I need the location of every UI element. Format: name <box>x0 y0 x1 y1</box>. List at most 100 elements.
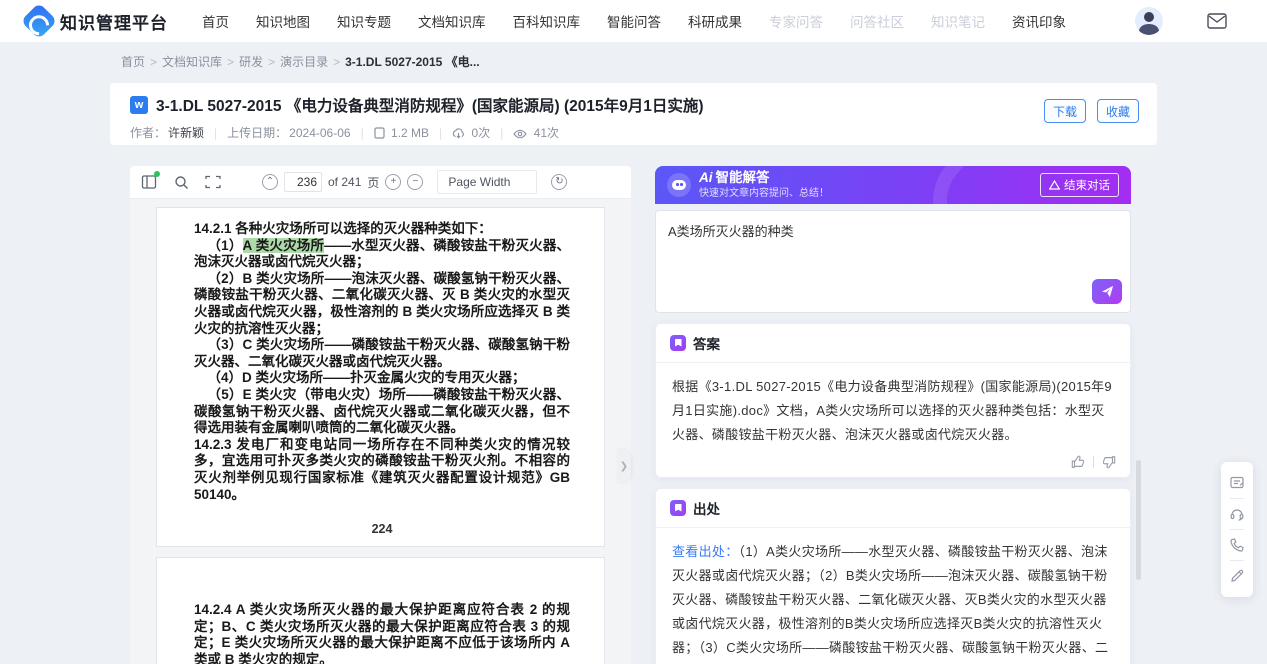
page-total-label: of 241 <box>328 175 361 189</box>
meta-divider: | <box>500 126 503 140</box>
upload-date: 2024-06-06 <box>289 126 350 140</box>
panel-scrollbar[interactable] <box>1136 460 1141 580</box>
document-page-1: 14.2.1 各种火灾场所可以选择的灭火器种类如下： （1）A 类火灾场所——水… <box>156 207 605 547</box>
chevron-right-icon: ❯ <box>620 461 628 472</box>
doc-paragraph: 14.2.1 各种火灾场所可以选择的灭火器种类如下： <box>194 221 570 238</box>
nav-right <box>1135 7 1241 35</box>
word-file-icon: w <box>130 96 148 114</box>
thumbnail-panel-icon[interactable] <box>140 173 158 191</box>
page-number: 224 <box>194 522 570 536</box>
user-avatar[interactable] <box>1135 7 1163 35</box>
breadcrumb-demo-dir[interactable]: 演示目录 <box>280 53 328 70</box>
doc-paragraph: 14.2.4 A 类火灾场所灭火器的最大保护距离应符合表 2 的规定；B、C 类… <box>194 602 570 664</box>
answer-feedback <box>656 455 1130 477</box>
search-icon[interactable] <box>172 173 190 191</box>
document-page-2: 14.2.4 A 类火灾场所灭火器的最大保护距离应符合表 2 的规定；B、C 类… <box>156 557 605 664</box>
breadcrumb-separator: > <box>227 55 234 69</box>
doc-paragraph: （3）C 类火灾场所——磷酸铵盐干粉灭火器、碳酸氢钠干粉灭火器、二氧化碳灭火器或… <box>194 337 570 370</box>
meta-divider: | <box>361 126 364 140</box>
nav-item-qa-community[interactable]: 问答社区 <box>850 11 904 31</box>
document-viewer: ⌃ of 241 页 + − Page Width ↻ 14.2.1 各种火灾场… <box>130 166 631 664</box>
answer-icon <box>670 335 686 351</box>
doc-paragraph: （1）A 类火灾场所——水型灭火器、磷酸铵盐干粉灭火器、泡沫灭火器或卤代烷灭火器… <box>194 238 570 271</box>
source-title: 出处 <box>693 498 720 518</box>
cloud-download-icon <box>452 128 465 139</box>
document-title: 3-1.DL 5027-2015 《电力设备典型消防规程》(国家能源局) (20… <box>156 94 704 116</box>
thumbs-up-icon[interactable] <box>1071 455 1085 469</box>
nav-item-knowledge-map[interactable]: 知识地图 <box>256 11 310 31</box>
prev-page-icon[interactable]: ⌃ <box>262 174 278 190</box>
zoom-in-icon[interactable]: + <box>385 174 401 190</box>
breadcrumb-rd[interactable]: 研发 <box>239 53 263 70</box>
ai-badge: Ai <box>699 170 713 185</box>
favorite-button[interactable]: 收藏 <box>1097 99 1139 123</box>
ai-panel: Ai智能解答 快速对文章内容提问、总结！ 结束对话 A类场所灭火器的种类 答案 … <box>655 166 1131 664</box>
source-icon <box>670 500 686 516</box>
logo-icon <box>21 3 58 40</box>
breadcrumb-current: 3-1.DL 5027-2015 《电... <box>345 53 480 70</box>
pencil-icon[interactable] <box>1221 561 1253 591</box>
doc-text: （1） <box>208 238 243 253</box>
file-icon <box>374 127 385 139</box>
question-text: A类场所灭火器的种类 <box>668 221 1118 240</box>
eye-icon <box>513 129 527 139</box>
breadcrumb: 首页> 文档知识库> 研发> 演示目录> 3-1.DL 5027-2015 《电… <box>121 53 480 70</box>
nav-item-wiki-library[interactable]: 百科知识库 <box>513 11 581 31</box>
nav-item-smart-qa[interactable]: 智能问答 <box>607 11 661 31</box>
robot-icon <box>667 173 691 197</box>
source-text: （1）A类火灾场所——水型灭火器、磷酸铵盐干粉灭火器、泡沫灭火器或卤代烷灭火器；… <box>672 544 1108 664</box>
fit-width-icon[interactable] <box>204 173 222 191</box>
send-button[interactable] <box>1092 279 1122 304</box>
upload-label: 上传日期： <box>227 124 287 141</box>
meta-divider: | <box>439 126 442 140</box>
nav-item-research[interactable]: 科研成果 <box>688 11 742 31</box>
breadcrumb-separator: > <box>150 55 157 69</box>
download-count: 0次 <box>472 126 491 140</box>
thumbs-down-icon[interactable] <box>1102 455 1116 469</box>
floating-toolbar <box>1221 462 1253 597</box>
headset-icon[interactable] <box>1221 499 1253 529</box>
nav-item-home[interactable]: 首页 <box>202 11 229 31</box>
nav-menu: 首页 知识地图 知识专题 文档知识库 百科知识库 智能问答 科研成果 专家问答 … <box>202 11 1066 31</box>
brand[interactable]: 知识管理平台 <box>26 8 202 34</box>
nav-item-notes[interactable]: 知识笔记 <box>931 11 985 31</box>
source-item: 查看出处：（1）A类火灾场所——水型灭火器、磷酸铵盐干粉灭火器、泡沫灭火器或卤代… <box>672 540 1114 664</box>
question-input[interactable]: A类场所灭火器的种类 <box>655 210 1131 313</box>
download-button[interactable]: 下载 <box>1044 99 1086 123</box>
collapse-panel-handle[interactable]: ❯ <box>617 449 631 483</box>
file-size: 1.2 MB <box>391 126 429 140</box>
doc-paragraph: （5）E 类火灾（带电火灾）场所——磷酸铵盐干粉灭火器、碳酸氢钠干粉灭火器、卤代… <box>194 387 570 437</box>
zoom-out-icon[interactable]: − <box>407 174 423 190</box>
phone-icon[interactable] <box>1221 530 1253 560</box>
view-count: 41次 <box>534 126 559 140</box>
page-number-input[interactable] <box>284 172 322 192</box>
ai-panel-header: Ai智能解答 快速对文章内容提问、总结！ 结束对话 <box>655 166 1131 204</box>
breadcrumb-separator: > <box>333 55 340 69</box>
send-icon <box>1101 285 1114 298</box>
highlighted-text: A 类火灾场所 <box>243 238 325 253</box>
zoom-mode-select[interactable]: Page Width <box>437 170 537 194</box>
nav-item-news[interactable]: 资讯印象 <box>1012 11 1066 31</box>
top-navigation: 知识管理平台 首页 知识地图 知识专题 文档知识库 百科知识库 智能问答 科研成… <box>0 0 1267 42</box>
answer-title: 答案 <box>693 333 720 353</box>
breadcrumb-doc-library[interactable]: 文档知识库 <box>162 53 222 70</box>
document-header-card: w 3-1.DL 5027-2015 《电力设备典型消防规程》(国家能源局) (… <box>110 83 1157 145</box>
nav-item-expert-qa[interactable]: 专家问答 <box>769 11 823 31</box>
doc-paragraph: 14.2.3 发电厂和变电站同一场所存在不同种类火灾的情况较多，宜选用可扑灭多类… <box>194 437 570 503</box>
view-source-link[interactable]: 查看出处： <box>672 544 739 559</box>
brand-name: 知识管理平台 <box>60 9 168 34</box>
note-icon[interactable] <box>1221 468 1253 498</box>
nav-item-doc-library[interactable]: 文档知识库 <box>418 11 486 31</box>
answer-text: 根据《3-1.DL 5027-2015《电力设备典型消防规程》(国家能源局)(2… <box>656 363 1130 455</box>
mail-icon[interactable] <box>1207 13 1227 29</box>
doc-paragraph: （2）B 类火灾场所——泡沫灭火器、碳酸氢钠干粉灭火器、磷酸铵盐干粉灭火器、二氧… <box>194 271 570 337</box>
viewer-canvas[interactable]: 14.2.1 各种火灾场所可以选择的灭火器种类如下： （1）A 类火灾场所——水… <box>130 199 631 664</box>
author-value: 许新颖 <box>168 124 204 141</box>
doc-paragraph: （4）D 类火灾场所——扑灭金属火灾的专用灭火器； <box>194 370 570 387</box>
breadcrumb-home[interactable]: 首页 <box>121 53 145 70</box>
source-card: 出处 查看出处：（1）A类火灾场所——水型灭火器、磷酸铵盐干粉灭火器、泡沫灭火器… <box>655 488 1131 664</box>
rotate-icon[interactable]: ↻ <box>551 174 567 190</box>
title-actions: 下载 收藏 <box>1044 99 1139 123</box>
end-dialog-button[interactable]: 结束对话 <box>1040 173 1119 197</box>
nav-item-knowledge-topics[interactable]: 知识专题 <box>337 11 391 31</box>
